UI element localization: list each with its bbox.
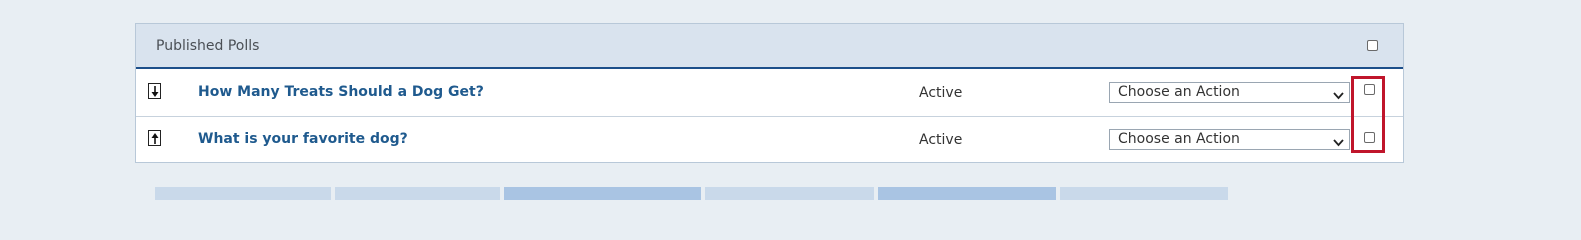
panel-title: Published Polls [156, 38, 260, 54]
bottom-tab[interactable] [155, 187, 331, 200]
poll-row: What is your favorite dog? Active Choose… [136, 118, 1403, 163]
panel-header: Published Polls [136, 24, 1403, 69]
move-up-icon[interactable] [148, 130, 161, 146]
action-select[interactable]: Choose an Action [1109, 129, 1350, 150]
action-select[interactable]: Choose an Action [1109, 82, 1350, 103]
checkbox-column-highlight [1351, 76, 1385, 153]
bottom-tab[interactable] [504, 187, 701, 200]
bottom-tab[interactable] [1060, 187, 1228, 200]
select-all-checkbox[interactable] [1367, 40, 1378, 51]
poll-title-link[interactable]: How Many Treats Should a Dog Get? [198, 84, 484, 100]
bottom-tab[interactable] [335, 187, 500, 200]
action-select-value: Choose an Action [1118, 131, 1240, 147]
chevron-down-icon [1333, 88, 1344, 104]
chevron-down-icon [1333, 135, 1344, 151]
move-down-icon[interactable] [148, 83, 161, 99]
poll-status: Active [919, 85, 963, 101]
action-select-value: Choose an Action [1118, 84, 1240, 100]
poll-title-link[interactable]: What is your favorite dog? [198, 131, 408, 147]
bottom-tab[interactable] [705, 187, 874, 200]
bottom-tab[interactable] [878, 187, 1056, 200]
published-polls-panel: Published Polls How Many Treats Should a… [135, 23, 1404, 163]
poll-row: How Many Treats Should a Dog Get? Active… [136, 70, 1403, 117]
poll-status: Active [919, 132, 963, 148]
